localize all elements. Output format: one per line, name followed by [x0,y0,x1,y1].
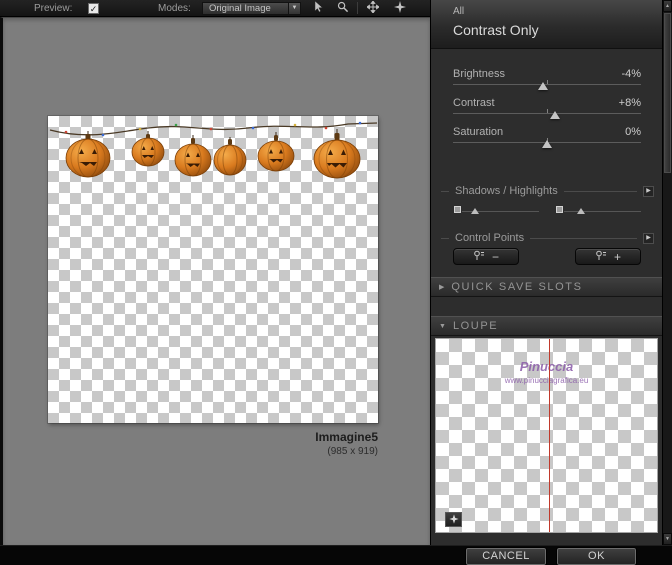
loupe-pin-button[interactable] [445,512,462,527]
brightness-thumb[interactable] [538,82,549,90]
modes-label: Modes: [158,3,191,14]
pan-tool-button[interactable] [363,0,383,18]
divider [530,237,637,239]
plus-icon: + [613,249,621,264]
shadows-mini-slider[interactable] [453,203,539,216]
panel-scrollbar[interactable]: ▲ ▼ [662,0,672,545]
saturation-value: 0% [625,126,641,138]
filter-dialog: Preview: ✓ Modes: Original Image ▼ Immag… [0,0,672,565]
contrast-slider: Contrast +8% [453,97,641,123]
image-caption: Immagine5 (985 x 919) [48,430,378,457]
zoom-tool-button[interactable] [333,1,353,16]
shadows-thumb[interactable] [471,208,479,214]
pumpkin-garland-image [49,121,378,179]
saturation-label: Saturation [453,126,504,138]
contrast-track[interactable] [453,113,641,114]
scroll-up-button[interactable]: ▲ [663,0,672,12]
scroll-down-button[interactable]: ▼ [663,533,672,545]
loupe-label: LOUPE [452,320,499,332]
minus-icon: − [491,249,499,264]
toolbar-separator [357,2,358,14]
quick-save-slots-label: QUICK SAVE SLOTS [451,281,583,293]
loupe-preview: Pinuccia www.pinucciagrafica.eu [435,338,658,533]
saturation-slider: Saturation 0% [453,126,641,152]
cancel-button[interactable]: CANCEL [465,547,547,565]
control-points-label: Control Points [455,232,525,244]
divider [441,190,449,192]
scrollbar-thumb[interactable] [664,13,671,173]
toolbar: Preview: ✓ Modes: Original Image ▼ [0,0,430,17]
preview-area: Immagine5 (985 x 919) [0,17,430,545]
shadows-swatch-icon [453,205,462,214]
mode-dropdown-value: Original Image [209,3,271,14]
image-name: Immagine5 [315,430,378,444]
quick-save-slots-header[interactable]: ▶ QUICK SAVE SLOTS [431,277,663,297]
ok-button[interactable]: OK [556,547,637,565]
image-dimensions: (985 x 919) [327,446,378,457]
contrast-thumb[interactable] [549,111,560,119]
dialog-footer: CANCEL OK [0,545,672,565]
watermark: Pinuccia www.pinucciagrafica.eu [436,359,657,385]
loupe-crosshair-line [549,339,550,532]
shadows-highlights-sliders [453,203,641,216]
cursor-arrow-icon [312,0,324,18]
add-control-point-button[interactable]: + [575,248,641,265]
canvas-image[interactable] [48,116,378,423]
chevron-down-icon: ▼ [439,322,446,330]
remove-control-point-button[interactable]: − [453,248,519,265]
mode-dropdown[interactable]: Original Image ▼ [202,2,301,15]
shadows-highlights-label: Shadows / Highlights [455,185,558,197]
filter-title: Contrast Only [453,22,539,38]
highlights-swatch-icon [555,205,564,214]
brightness-value: -4% [621,68,641,80]
contrast-value: +8% [618,97,641,109]
brightness-slider: Brightness -4% [453,68,641,94]
watermark-line1: Pinuccia [519,359,574,374]
highlights-mini-slider[interactable] [555,203,641,216]
shadows-track[interactable] [453,211,539,212]
watermark-line2: www.pinucciagrafica.eu [504,376,589,385]
move-arrows-icon [366,0,380,18]
preview-checkbox[interactable]: ✓ [88,3,99,14]
sparkle-icon [394,0,406,18]
chevron-down-icon[interactable]: ▼ [288,3,300,14]
control-points-section: Control Points ▶ [441,232,654,244]
filter-scope-label: All [453,6,465,17]
highlights-thumb[interactable] [577,208,585,214]
magnifier-icon [337,0,349,18]
preview-label: Preview: [34,3,73,14]
highlights-track[interactable] [555,211,641,212]
select-tool-button[interactable] [308,0,328,18]
brightness-label: Brightness [453,68,505,80]
pin-icon [448,511,459,529]
saturation-thumb[interactable] [542,140,552,148]
loupe-header[interactable]: ▼ LOUPE [431,316,663,336]
highlight-tool-button[interactable] [390,0,410,18]
filter-header: All Contrast Only [431,0,663,49]
divider [563,190,637,192]
control-point-icon [595,248,607,266]
control-point-icon [473,248,485,266]
contrast-label: Contrast [453,97,495,109]
settings-panel: All Contrast Only Brightness -4% Contras… [430,0,663,545]
slider-center-tick [547,109,548,113]
shadows-highlights-section: Shadows / Highlights ▶ [441,185,654,197]
shadows-expand-button[interactable]: ▶ [643,185,654,197]
divider [441,237,449,239]
chevron-right-icon: ▶ [439,284,445,291]
control-points-expand-button[interactable]: ▶ [643,232,654,244]
